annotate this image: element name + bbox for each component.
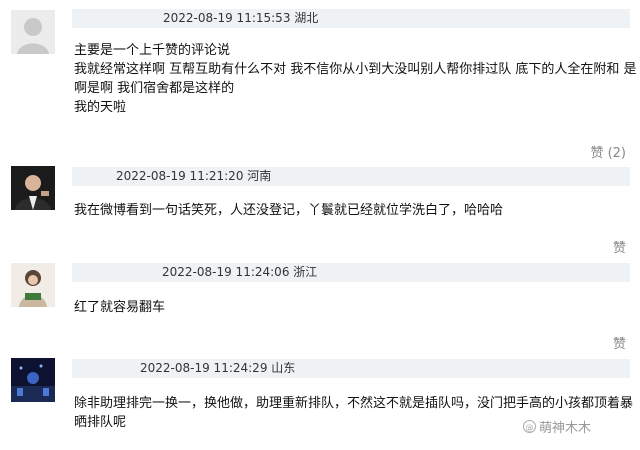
default-avatar-icon [11,10,55,54]
avatar[interactable] [11,263,55,307]
avatar[interactable] [11,166,55,210]
comment-item: 2022-08-19 11:15:53 湖北 主要是一个上千赞的评论说 我就经常… [0,0,640,165]
watermark: @ 萌神木木 [523,417,591,436]
comment-text: 主要是一个上千赞的评论说 我就经常这样啊 互帮互助有什么不对 我不信你从小到大没… [74,43,637,115]
comment-meta-bar: 2022-08-19 11:24:06 浙江 [72,263,630,282]
watermark-text: 萌神木木 [539,421,592,436]
at-icon: @ [523,420,536,433]
comment-text: 红了就容易翻车 [74,300,166,315]
user-photo-icon [11,358,55,402]
like-button[interactable]: 赞 [613,237,626,256]
comment-timestamp: 2022-08-19 11:21:20 河南 [116,169,272,183]
comment-location: 山东 [271,361,296,375]
comment-meta-bar: 2022-08-19 11:24:29 山东 [72,359,630,378]
avatar[interactable] [11,10,55,54]
comment-meta-bar: 2022-08-19 11:21:20 河南 [72,167,630,186]
comment-location: 湖北 [294,11,319,25]
comment-timestamp: 2022-08-19 11:24:06 浙江 [162,265,318,279]
comment-location: 河南 [247,169,272,183]
comment-meta-bar: 2022-08-19 11:15:53 湖北 [72,9,630,28]
user-photo-icon [11,263,55,307]
comment-item: 2022-08-19 11:24:06 浙江 红了就容易翻车 赞 [0,257,640,353]
user-photo-icon [11,166,55,210]
like-button[interactable]: 赞 [613,333,626,352]
like-button[interactable]: 赞 (2) [590,142,626,161]
comment-text: 我在微博看到一句话笑死，人还没登记，丫鬟就已经就位学洗白了，哈哈哈 [74,203,504,218]
comment-location: 浙江 [293,265,318,279]
comment-item: 2022-08-19 11:21:20 河南 我在微博看到一句话笑死，人还没登记… [0,165,640,257]
comment-timestamp: 2022-08-19 11:15:53 湖北 [163,11,319,25]
avatar[interactable] [11,358,55,402]
comment-timestamp: 2022-08-19 11:24:29 山东 [140,361,296,375]
